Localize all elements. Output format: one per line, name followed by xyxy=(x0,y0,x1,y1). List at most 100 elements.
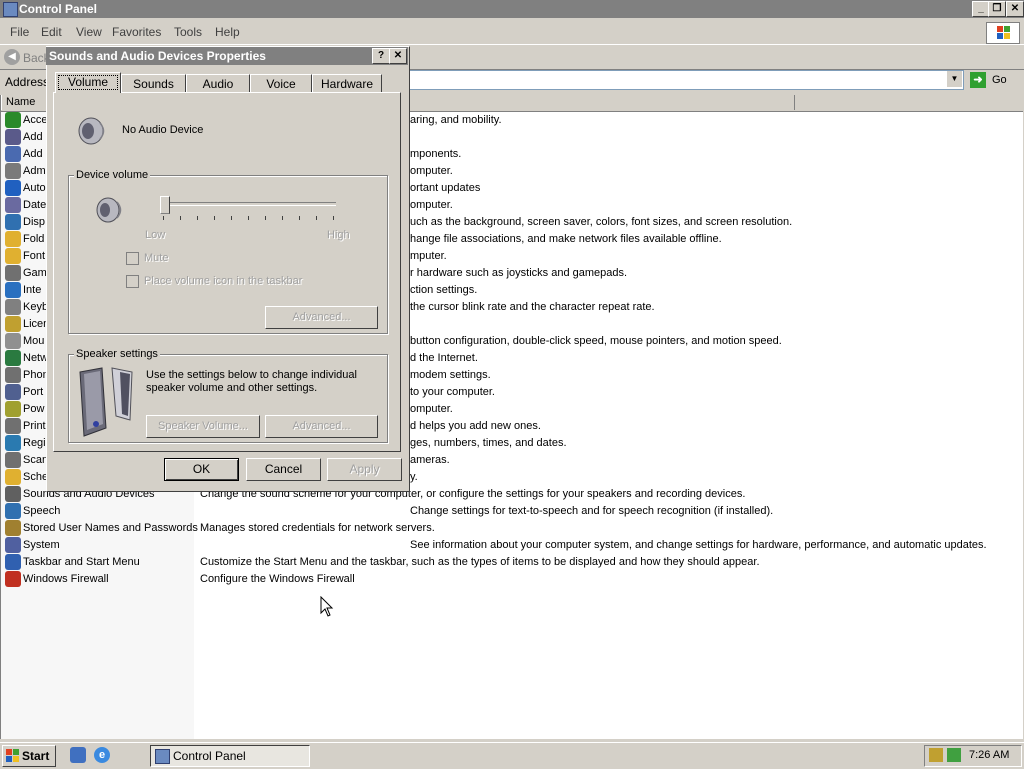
clock[interactable]: 7:26 AM xyxy=(969,749,1009,761)
device-name: No Audio Device xyxy=(122,124,204,136)
dialog-titlebar[interactable]: Sounds and Audio Devices Properties ? ✕ xyxy=(46,47,408,65)
slider-tick xyxy=(163,216,164,220)
menu-bar: File Edit View Favorites Tools Help xyxy=(0,22,1024,42)
volume-slider[interactable] xyxy=(158,196,338,224)
item-name: Regi xyxy=(23,437,46,449)
item-comment: hange file associations, and make networ… xyxy=(410,233,722,245)
place-icon-label: Place volume icon in the taskbar xyxy=(144,275,303,287)
tab-sounds[interactable]: Sounds xyxy=(121,74,186,93)
taskbar-item-label: Control Panel xyxy=(173,749,246,763)
mute-checkbox[interactable] xyxy=(126,252,139,265)
speaker-volume-button[interactable]: Speaker Volume... xyxy=(146,415,260,438)
volume-slider-thumb[interactable] xyxy=(160,196,170,214)
slider-tick xyxy=(197,216,198,220)
window-title: Control Panel xyxy=(19,2,98,16)
tray-security-icon[interactable] xyxy=(929,748,943,762)
list-item[interactable]: Taskbar and Start Menu Customize the Star… xyxy=(0,554,1022,571)
slider-tick xyxy=(282,216,283,220)
item-comment: Configure the Windows Firewall xyxy=(200,573,355,585)
volume-slider-ticks xyxy=(158,216,338,222)
item-comment: ges, numbers, times, and dates. xyxy=(410,437,567,449)
item-icon xyxy=(5,197,21,213)
menu-tools[interactable]: Tools xyxy=(174,25,202,39)
slider-tick xyxy=(299,216,300,220)
menu-view[interactable]: View xyxy=(76,25,102,39)
item-name: Phon xyxy=(23,369,49,381)
list-item[interactable]: Stored User Names and Passwords Manages s… xyxy=(0,520,1022,537)
slider-tick xyxy=(248,216,249,220)
list-item[interactable]: System See information about your compute… xyxy=(0,537,1022,554)
volume-advanced-button[interactable]: Advanced... xyxy=(265,306,378,329)
window-titlebar[interactable]: Control Panel _ ❐ ✕ xyxy=(0,0,1024,18)
item-comment: omputer. xyxy=(410,199,453,211)
close-button[interactable]: ✕ xyxy=(1006,1,1024,17)
item-comment: Change settings for text-to-speech and f… xyxy=(410,505,774,517)
apply-button[interactable]: Apply xyxy=(327,458,402,481)
back-icon[interactable]: ◀ xyxy=(4,49,20,65)
menu-favorites[interactable]: Favorites xyxy=(112,25,161,39)
item-comment: Customize the Start Menu and the taskbar… xyxy=(200,556,760,568)
go-button[interactable]: ➜ Go xyxy=(970,71,1015,89)
item-comment: Manages stored credentials for network s… xyxy=(200,522,435,534)
menu-file[interactable]: File xyxy=(10,25,29,39)
item-name: Font xyxy=(23,250,46,262)
item-icon xyxy=(5,571,21,587)
speaker-settings-label: Speaker settings xyxy=(74,348,160,360)
system-tray: 7:26 AM xyxy=(924,745,1022,767)
taskbar-item-control-panel[interactable]: Control Panel xyxy=(150,745,310,767)
item-icon xyxy=(5,112,21,128)
tab-audio[interactable]: Audio xyxy=(186,74,250,93)
speaker-advanced-button[interactable]: Advanced... xyxy=(265,415,378,438)
start-button[interactable]: Start xyxy=(2,745,56,767)
item-name: Windows Firewall xyxy=(23,573,109,585)
volume-high-label: High xyxy=(327,229,350,241)
tab-voice[interactable]: Voice xyxy=(250,74,312,93)
ok-button[interactable]: OK xyxy=(164,458,239,481)
ie-icon[interactable]: e xyxy=(94,747,110,763)
menu-edit[interactable]: Edit xyxy=(41,25,62,39)
item-icon xyxy=(5,384,21,400)
speaker-settings-text: Use the settings below to change individ… xyxy=(146,369,357,394)
tab-hardware[interactable]: Hardware xyxy=(312,74,382,93)
item-comment: uch as the background, screen saver, col… xyxy=(410,216,793,228)
item-comment: ameras. xyxy=(410,454,450,466)
dialog-close-button[interactable]: ✕ xyxy=(389,48,407,64)
tab-volume[interactable]: Volume xyxy=(55,72,121,93)
item-icon xyxy=(5,401,21,417)
item-name: Taskbar and Start Menu xyxy=(23,556,140,568)
restore-button[interactable]: ❐ xyxy=(988,1,1006,17)
dialog-help-button[interactable]: ? xyxy=(372,48,390,64)
cancel-button[interactable]: Cancel xyxy=(246,458,321,481)
item-icon xyxy=(5,282,21,298)
list-item[interactable]: Speech Change settings for text-to-speech… xyxy=(0,503,1022,520)
item-icon xyxy=(5,214,21,230)
item-icon xyxy=(5,469,21,485)
list-item[interactable]: Windows Firewall Configure the Windows Fi… xyxy=(0,571,1022,588)
item-name: Sche xyxy=(23,471,49,483)
item-icon xyxy=(5,520,21,536)
address-dropdown-button[interactable]: ▼ xyxy=(946,71,962,87)
control-panel-icon xyxy=(155,749,170,764)
tray-network-icon[interactable] xyxy=(947,748,961,762)
item-comment: See information about your computer syst… xyxy=(410,539,987,551)
slider-tick xyxy=(231,216,232,220)
quicklaunch-desktop-icon[interactable] xyxy=(70,747,86,763)
speaker-volume-icon xyxy=(92,194,126,229)
item-name: Add xyxy=(23,131,43,143)
item-comment: button configuration, double-click speed… xyxy=(410,335,782,347)
slider-tick xyxy=(180,216,181,220)
item-name: Netw xyxy=(23,352,49,364)
item-name: Acce xyxy=(23,114,48,126)
menu-help[interactable]: Help xyxy=(215,25,240,39)
volume-slider-track xyxy=(160,202,336,206)
slider-tick xyxy=(265,216,266,220)
item-comment: d the Internet. xyxy=(410,352,478,364)
item-icon xyxy=(5,333,21,349)
item-icon xyxy=(5,129,21,145)
place-icon-checkbox[interactable] xyxy=(126,275,139,288)
device-volume-label: Device volume xyxy=(74,169,151,181)
item-icon xyxy=(5,163,21,179)
item-name: Keyb xyxy=(23,301,49,313)
item-comment: mputer. xyxy=(410,250,447,262)
item-name: Print xyxy=(23,420,46,432)
